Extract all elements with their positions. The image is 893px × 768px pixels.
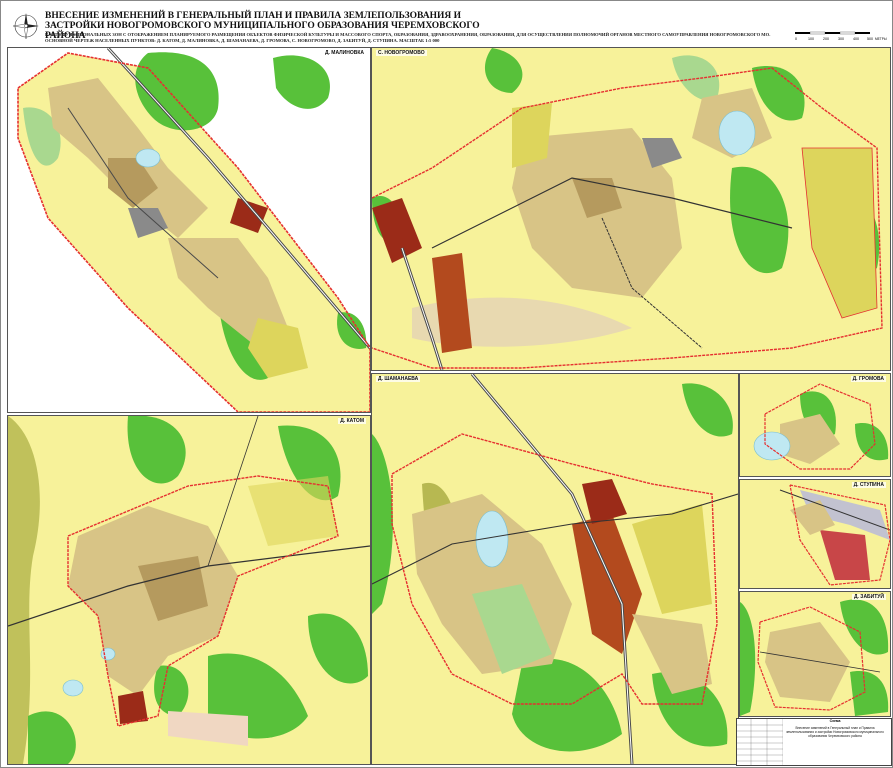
scale-tick: 0 (795, 37, 797, 41)
scale-tick: 100 (808, 37, 814, 41)
panel-title: Д. ЗАБИТУЙ (851, 594, 886, 600)
map-stupina (740, 480, 890, 588)
map-zabituy (740, 592, 890, 716)
panel-title: Д. ШАМАНАЕВА (376, 376, 421, 382)
panel-novogromovo: С. НОВОГРОМОВО (371, 47, 891, 371)
title-block-head: Схема (829, 719, 841, 723)
panel-title: Д. ГРОМОВА (850, 376, 886, 382)
scale-unit: МЕТРЫ (875, 37, 887, 41)
map-katom (8, 416, 370, 764)
panel-katom: Д. КАТОМ (7, 415, 371, 765)
panel-malinovka: Д. МАЛИНОВКА (7, 47, 371, 413)
panel-stupina: Д. СТУПИНА (739, 479, 891, 589)
map-sheet: ВНЕСЕНИЕ ИЗМЕНЕНИЙ В ГЕНЕРАЛЬНЫЙ ПЛАН И … (0, 0, 893, 768)
panel-title: Д. СТУПИНА (851, 482, 886, 488)
panel-title: Д. КАТОМ (338, 418, 366, 424)
north-arrow-icon (12, 13, 39, 40)
scale-tick: 500 (867, 37, 873, 41)
scale-bar: 0 100 200 300 400 500 МЕТРЫ (795, 31, 887, 41)
map-shamanaeva (372, 374, 738, 764)
map-malinovka (8, 48, 370, 412)
scale-tick: 300 (838, 37, 844, 41)
panel-title: С. НОВОГРОМОВО (376, 50, 427, 56)
map-gromova (740, 374, 890, 476)
panel-zabituy: Д. ЗАБИТУЙ (739, 591, 891, 717)
scale-tick: 400 (853, 37, 859, 41)
title-block: Схема Внесение изменений в Генеральный п… (736, 718, 892, 766)
panel-title: Д. МАЛИНОВКА (322, 50, 366, 56)
map-novogromovo (372, 48, 890, 370)
title-block-grid (737, 719, 783, 765)
title-block-text: Внесение изменений в Генеральный план и … (786, 726, 884, 738)
header-block: ВНЕСЕНИЕ ИЗМЕНЕНИЙ В ГЕНЕРАЛЬНЫЙ ПЛАН И … (5, 5, 887, 45)
scale-tick: 200 (823, 37, 829, 41)
panel-gromova: Д. ГРОМОВА (739, 373, 891, 477)
map-subtitle: КАРТА ФУНКЦИОНАЛЬНЫХ ЗОН С ОТОБРАЖЕНИЕМ … (45, 32, 771, 43)
panel-shamanaeva: Д. ШАМАНАЕВА (371, 373, 739, 765)
